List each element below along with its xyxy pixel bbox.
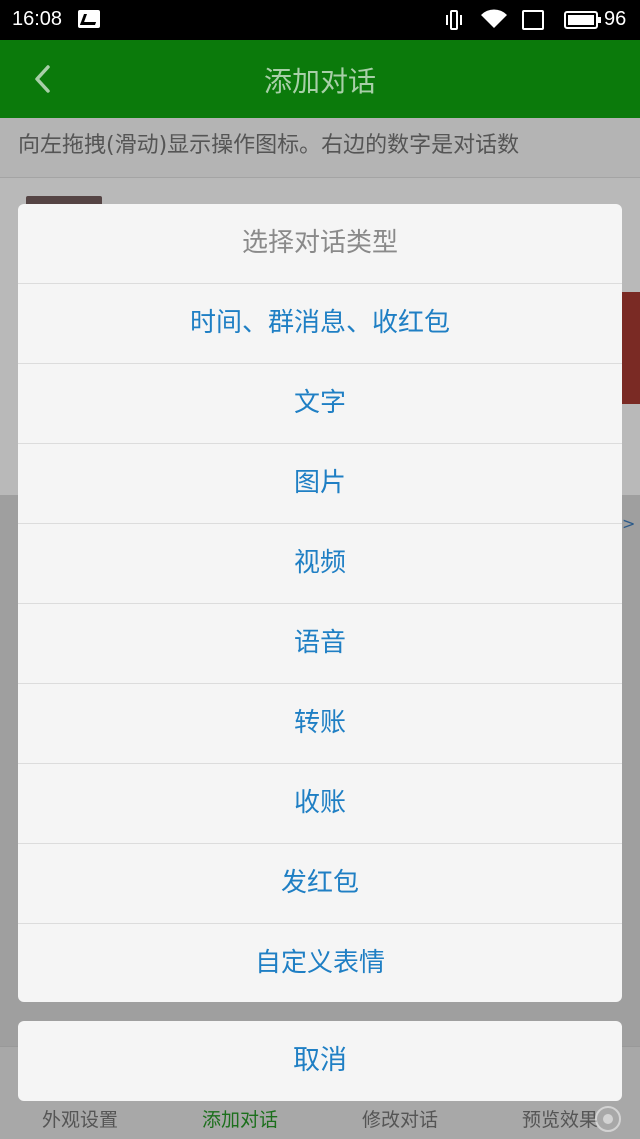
option-time-group-redpacket[interactable]: 时间、群消息、收红包 (18, 284, 622, 364)
dialog-title: 选择对话类型 (18, 204, 622, 284)
battery-icon (564, 11, 601, 29)
delete-swipe-action (620, 292, 640, 404)
option-custom-sticker[interactable]: 自定义表情 (18, 924, 622, 1002)
battery-level: 96 (604, 8, 627, 30)
status-bar: 16:08 96 (0, 0, 640, 40)
wifi-icon (481, 9, 507, 28)
page-title: 添加对话 (263, 65, 376, 98)
tab-edit-dialog[interactable]: 修改对话 (320, 1105, 480, 1132)
image-icon (78, 10, 100, 28)
option-send-redpacket[interactable]: 发红包 (18, 844, 622, 924)
option-text[interactable]: 文字 (18, 364, 622, 444)
option-receive[interactable]: 收账 (18, 764, 622, 844)
dialog-type-picker: 选择对话类型 时间、群消息、收红包 文字 图片 视频 语音 转账 收账 发红包 … (18, 204, 622, 1002)
tab-add-dialog[interactable]: 添加对话 (160, 1105, 320, 1132)
option-voice[interactable]: 语音 (18, 604, 622, 684)
tab-appearance-settings[interactable]: 外观设置 (0, 1105, 160, 1132)
chevron-right-icon: > (622, 514, 636, 533)
cancel-button[interactable]: 取消 (18, 1021, 622, 1101)
title-bar: 添加对话 (0, 40, 640, 118)
option-image[interactable]: 图片 (18, 444, 622, 524)
hint-text: 向左拖拽(滑动)显示操作图标。右边的数字是对话数 (0, 118, 640, 178)
screen-icon (522, 10, 544, 30)
status-time: 16:08 (12, 8, 63, 30)
option-transfer[interactable]: 转账 (18, 684, 622, 764)
option-video[interactable]: 视频 (18, 524, 622, 604)
vibrate-icon (446, 10, 462, 30)
watermark-logo (595, 1106, 621, 1132)
